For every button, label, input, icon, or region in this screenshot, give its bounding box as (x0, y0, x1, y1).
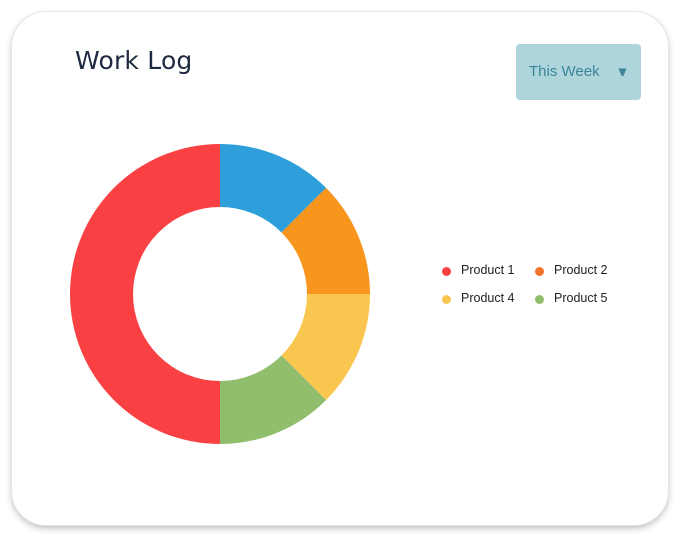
caret-down-icon (618, 68, 627, 77)
donut-slice-5[interactable] (70, 144, 220, 444)
legend-label: Product 2 (554, 263, 608, 277)
legend-label: Product 1 (461, 263, 515, 277)
legend-label: Product 5 (554, 291, 608, 305)
legend-dot (535, 295, 544, 304)
period-dropdown[interactable]: This Week (516, 44, 641, 100)
legend-dot (442, 295, 451, 304)
legend-label: Product 4 (461, 291, 515, 305)
donut-chart (70, 144, 370, 444)
legend-dot (442, 267, 451, 276)
legend-dot (535, 267, 544, 276)
card-title: Work Log (75, 46, 193, 75)
period-dropdown-value: This Week (529, 63, 600, 80)
